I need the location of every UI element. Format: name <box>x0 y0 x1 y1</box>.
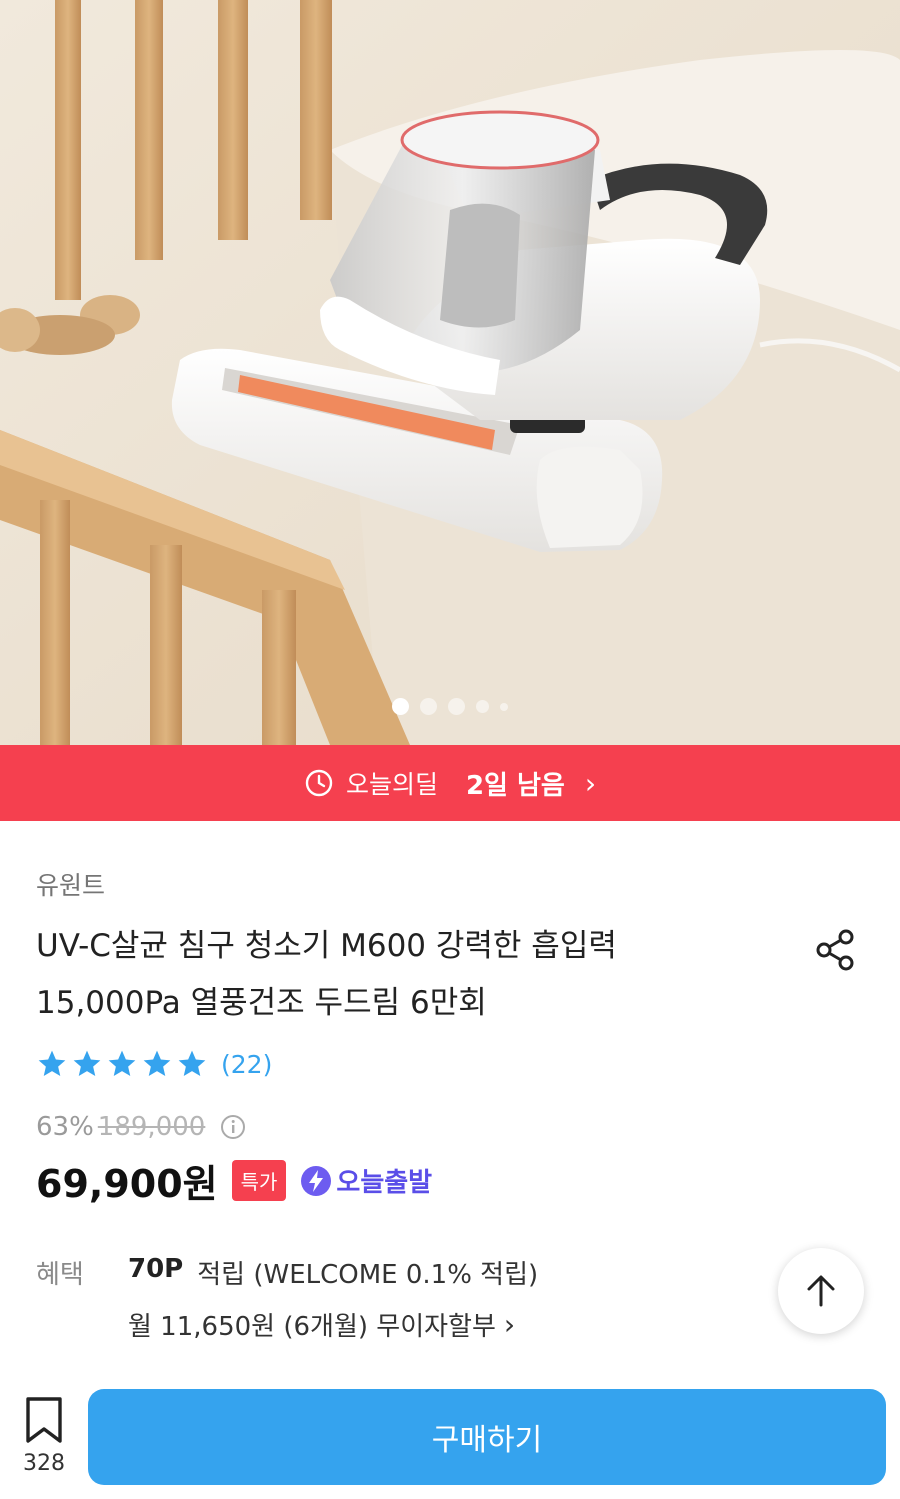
buy-button[interactable]: 구매하기 <box>88 1389 886 1485</box>
installment-text: 월 11,650원 (6개월) 무이자할부 <box>128 1312 496 1342</box>
today-deal-banner[interactable]: 오늘의딜 2일 남음 › <box>0 745 900 821</box>
discount-rate: 63% <box>36 1112 94 1142</box>
today-shipping-badge: 오늘출발 <box>300 1162 432 1199</box>
sale-price: 69,900원 <box>36 1162 218 1206</box>
star-icon <box>108 1050 136 1076</box>
brand-name[interactable]: 유원트 <box>36 866 105 902</box>
carousel-indicator <box>0 698 900 715</box>
product-title-line-1: UV-C살균 침구 청소기 M600 강력한 흡입력 <box>36 928 617 964</box>
scroll-to-top-button[interactable] <box>778 1248 864 1334</box>
star-icon <box>143 1050 171 1076</box>
clock-icon <box>305 769 333 797</box>
today-shipping-label: 오늘출발 <box>336 1168 433 1198</box>
points-benefit: 70P 적립 (WELCOME 0.1% 적립) <box>128 1254 538 1291</box>
chevron-right-icon: › <box>503 1308 516 1341</box>
carousel-dot-1[interactable] <box>392 698 409 715</box>
product-title: UV-C살균 침구 청소기 M600 강력한 흡입력 15,000Pa 열풍건조… <box>36 918 756 1032</box>
arrow-up-icon <box>807 1275 835 1307</box>
share-icon[interactable] <box>810 925 860 975</box>
deal-label: 오늘의딜 <box>345 770 438 799</box>
carousel-dot-4[interactable] <box>476 700 489 713</box>
star-icon <box>178 1050 206 1076</box>
product-image[interactable] <box>0 0 900 745</box>
carousel-dot-3[interactable] <box>448 698 465 715</box>
star-icon <box>73 1050 101 1076</box>
carousel-dot-5[interactable] <box>500 702 508 711</box>
product-title-line-2: 15,000Pa 열풍건조 두드림 6만회 <box>36 985 487 1021</box>
chevron-right-icon: › <box>584 766 597 800</box>
star-icon <box>38 1050 66 1076</box>
original-price: 189,000 <box>97 1112 206 1142</box>
rating[interactable]: (22) <box>36 1048 272 1080</box>
discount-row: 63% 189,000 <box>36 1112 247 1142</box>
bookmark-count: 328 <box>23 1451 65 1476</box>
sale-badge: 특가 <box>231 1160 287 1201</box>
info-icon[interactable] <box>219 1113 247 1141</box>
deal-remaining: 2일 남음 <box>465 770 565 801</box>
bookmark-button[interactable]: 328 <box>20 1395 68 1476</box>
benefit-label: 혜택 <box>36 1260 84 1290</box>
review-count[interactable]: (22) <box>221 1050 272 1079</box>
bookmark-icon <box>26 1397 62 1443</box>
points-text: 적립 (WELCOME 0.1% 적립) <box>197 1260 539 1290</box>
product-photo <box>0 0 900 745</box>
price-row: 69,900원 특가 오늘출발 <box>36 1153 432 1208</box>
carousel-dot-2[interactable] <box>420 698 437 715</box>
lightning-icon <box>301 1165 332 1196</box>
installment-benefit[interactable]: 월 11,650원 (6개월) 무이자할부 › <box>128 1306 515 1343</box>
points-amount: 70P <box>128 1254 184 1284</box>
